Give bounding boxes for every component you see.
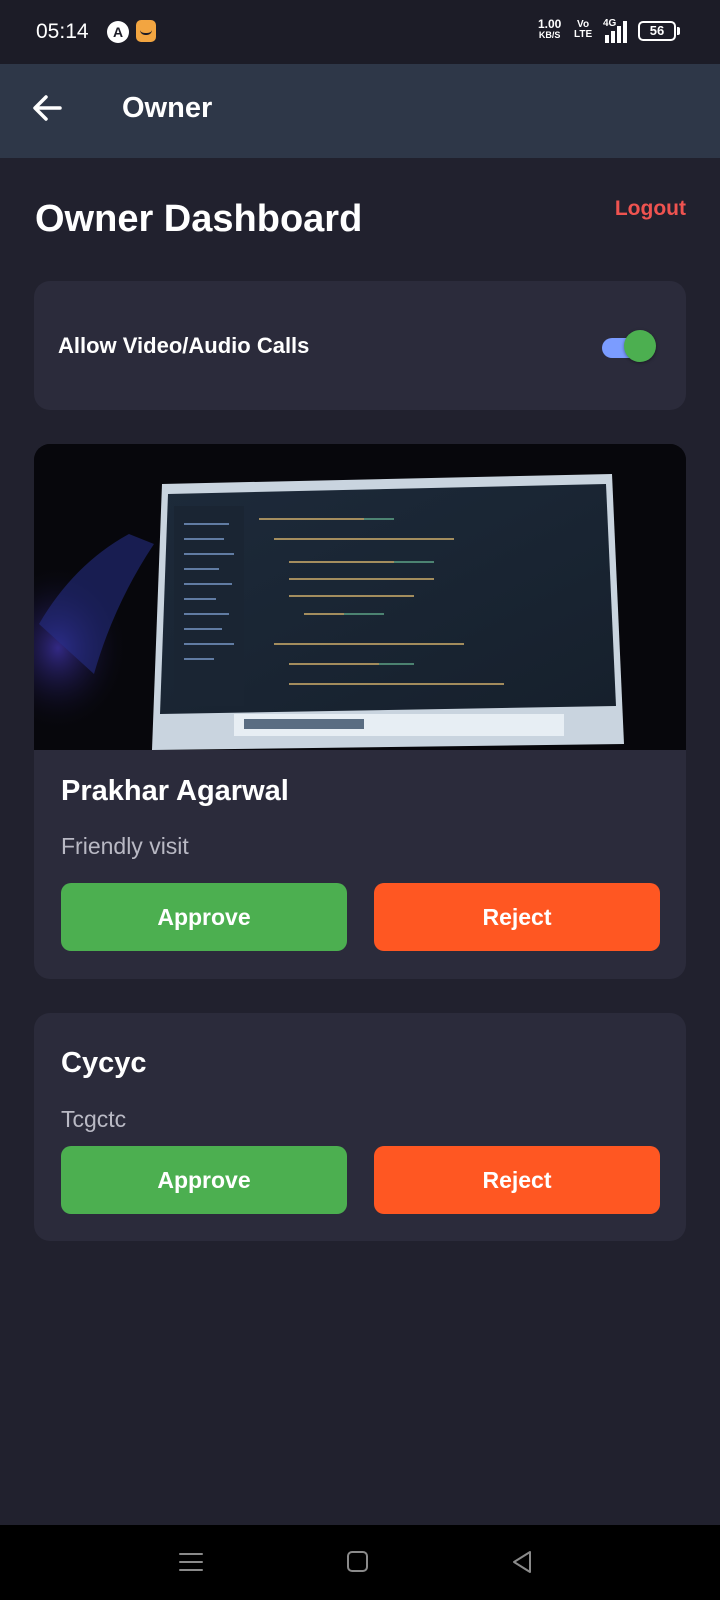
- visitor-purpose: Friendly visit: [61, 833, 189, 859]
- logout-button[interactable]: Logout: [615, 197, 686, 221]
- status-bar: 05:14 A 1.00 KB/S Vo LTE 4G 56: [0, 0, 720, 64]
- reject-button[interactable]: Reject: [374, 883, 660, 951]
- home-icon: [347, 1551, 368, 1572]
- back-button[interactable]: [28, 88, 68, 128]
- recent-apps-button[interactable]: [176, 1547, 206, 1577]
- system-back-button[interactable]: [508, 1547, 538, 1577]
- notification-app-icon: A: [107, 21, 129, 43]
- toggle-thumb: [624, 330, 656, 362]
- visitor-name: Prakhar Agarwal: [61, 775, 289, 807]
- network-speed-unit: KB/S: [538, 30, 561, 40]
- system-nav-bar: [0, 1525, 720, 1600]
- menu-icon: [179, 1553, 203, 1571]
- visitor-card: Prakhar Agarwal Friendly visit Approve R…: [34, 444, 686, 979]
- visitor-photo: [34, 444, 686, 750]
- notification-shop-icon: [136, 20, 156, 42]
- allow-calls-label: Allow Video/Audio Calls: [58, 333, 310, 358]
- visitor-card: Cycyc Tcgctc Approve Reject: [34, 1013, 686, 1241]
- app-bar-title: Owner: [122, 92, 213, 124]
- allow-calls-toggle[interactable]: [602, 329, 656, 363]
- reject-button[interactable]: Reject: [374, 1146, 660, 1214]
- call-settings-card: Allow Video/Audio Calls: [34, 281, 686, 410]
- network-speed-value: 1.00: [538, 17, 562, 31]
- network-speed: 1.00 KB/S: [538, 17, 562, 41]
- approve-button[interactable]: Approve: [61, 1146, 347, 1214]
- page-title: Owner Dashboard: [35, 198, 363, 240]
- app-bar: Owner: [0, 64, 720, 158]
- back-triangle-icon: [513, 1551, 531, 1573]
- volte-bottom: LTE: [574, 29, 593, 40]
- visitor-purpose: Tcgctc: [61, 1106, 127, 1132]
- visitor-name: Cycyc: [61, 1047, 147, 1079]
- volte-indicator: Vo LTE: [574, 20, 592, 40]
- arrow-left-icon: [33, 95, 62, 121]
- home-button[interactable]: [343, 1547, 373, 1577]
- battery-icon: 56: [638, 21, 680, 41]
- approve-button[interactable]: Approve: [61, 883, 347, 951]
- status-time: 05:14: [36, 20, 89, 43]
- signal-icon: [603, 19, 631, 43]
